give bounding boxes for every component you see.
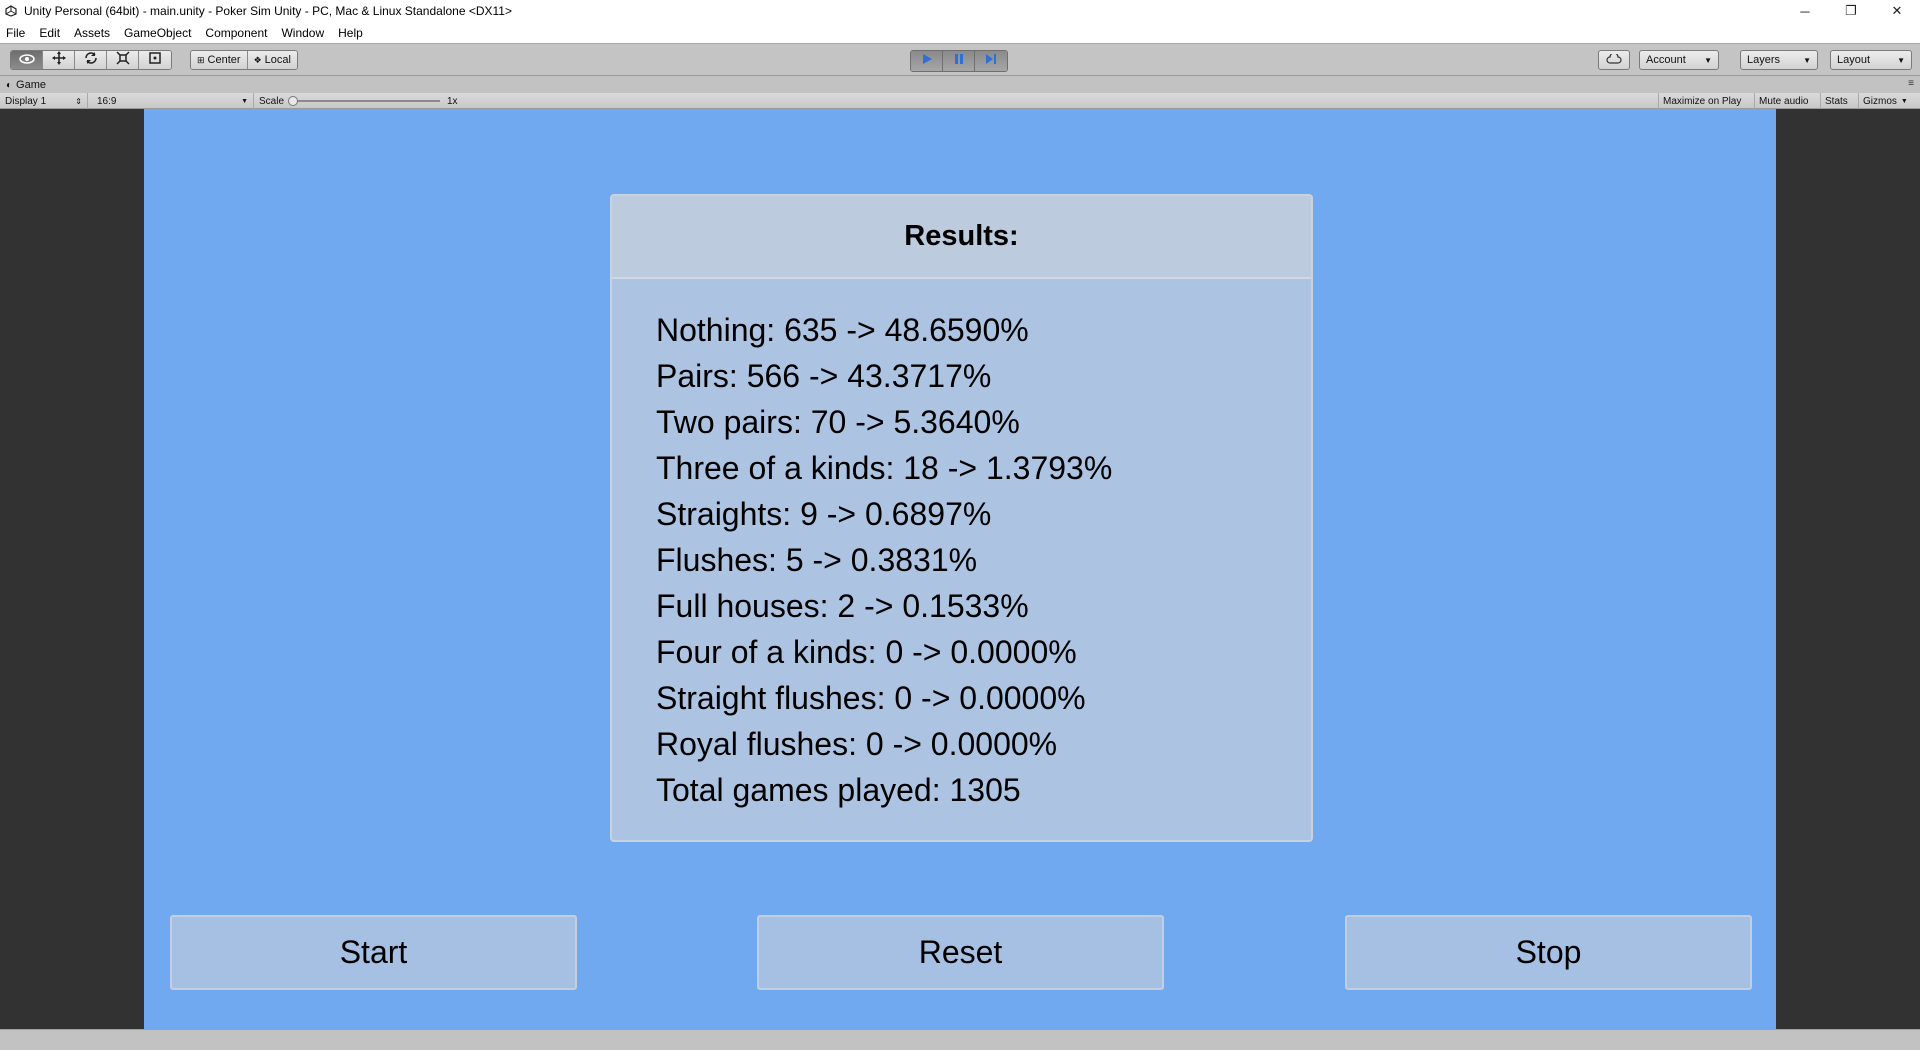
- rect-icon: [148, 51, 162, 69]
- result-pairs: Pairs: 566 -> 43.3717%: [656, 358, 992, 394]
- menu-file[interactable]: File: [6, 26, 25, 40]
- view-tool-button[interactable]: [11, 51, 43, 69]
- menu-bar: File Edit Assets GameObject Component Wi…: [0, 22, 1920, 43]
- step-button[interactable]: [975, 51, 1007, 71]
- start-button[interactable]: Start: [170, 915, 577, 990]
- layers-label: Layers: [1747, 54, 1781, 66]
- pause-icon: [953, 52, 965, 70]
- results-panel: Results: Nothing: 635 -> 48.6590% Pairs:…: [610, 194, 1313, 842]
- menu-gameobject[interactable]: GameObject: [124, 26, 191, 40]
- result-flushes: Flushes: 5 -> 0.3831%: [656, 542, 978, 578]
- game-view: Results: Nothing: 635 -> 48.6590% Pairs:…: [0, 109, 1920, 1029]
- account-dropdown[interactable]: Account ▼: [1639, 50, 1719, 70]
- result-three-of-a-kind: Three of a kinds: 18 -> 1.3793%: [656, 450, 1113, 486]
- caret-down-icon: ▼: [1704, 55, 1712, 65]
- maximize-on-play-toggle[interactable]: Maximize on Play: [1658, 93, 1745, 109]
- window-title: Unity Personal (64bit) - main.unity - Po…: [24, 4, 512, 18]
- result-royal-flushes: Royal flushes: 0 -> 0.0000%: [656, 726, 1058, 762]
- editor-toolbar: ⊞ Center ❖ Local Account ▼ Layers ▼ Layo…: [0, 43, 1920, 76]
- menu-edit[interactable]: Edit: [39, 26, 60, 40]
- step-icon: [985, 52, 997, 70]
- restore-button[interactable]: ❐: [1828, 0, 1874, 22]
- status-bar: [0, 1029, 1920, 1050]
- tab-strip: ◐ Game ≡: [0, 76, 1920, 93]
- menu-help[interactable]: Help: [338, 26, 363, 40]
- eye-icon: [18, 51, 35, 69]
- result-four-of-a-kind: Four of a kinds: 0 -> 0.0000%: [656, 634, 1077, 670]
- result-nothing: Nothing: 635 -> 48.6590%: [656, 312, 1029, 348]
- scale-label: Scale: [259, 95, 285, 107]
- caret-down-icon: ▼: [1803, 55, 1811, 65]
- layout-label: Layout: [1837, 54, 1871, 66]
- scale-icon: [115, 51, 130, 69]
- display-dropdown[interactable]: Display 1 ⇕: [0, 93, 88, 109]
- stats-toggle[interactable]: Stats: [1820, 93, 1852, 109]
- scale-slider-track[interactable]: [292, 100, 440, 102]
- rect-tool-button[interactable]: [139, 51, 171, 69]
- reset-button[interactable]: Reset: [757, 915, 1164, 990]
- result-two-pairs: Two pairs: 70 -> 5.3640%: [656, 404, 1020, 440]
- scale-slider-thumb[interactable]: [288, 96, 298, 106]
- game-controller-icon: ◐: [6, 79, 13, 91]
- result-full-houses: Full houses: 2 -> 0.1533%: [656, 588, 1029, 624]
- playback-controls: [910, 50, 1008, 72]
- pause-button[interactable]: [943, 51, 975, 71]
- play-button[interactable]: [911, 51, 943, 71]
- pivot-toggles: ⊞ Center ❖ Local: [190, 50, 298, 70]
- window-titlebar: Unity Personal (64bit) - main.unity - Po…: [0, 0, 1920, 22]
- scale-tool-button[interactable]: [107, 51, 139, 69]
- updown-icon: ⇕: [75, 96, 82, 106]
- menu-assets[interactable]: Assets: [74, 26, 110, 40]
- mute-audio-toggle[interactable]: Mute audio: [1754, 93, 1812, 109]
- layers-dropdown[interactable]: Layers ▼: [1740, 50, 1818, 70]
- pivot-center-button[interactable]: ⊞ Center: [191, 51, 248, 69]
- collab-button[interactable]: [1598, 50, 1630, 70]
- gizmos-label: Gizmos: [1863, 95, 1897, 107]
- move-tool-button[interactable]: [43, 51, 75, 69]
- result-total-games: Total games played: 1305: [656, 772, 1021, 808]
- pivot-local-label: Local: [264, 54, 291, 66]
- unity-logo-icon: [4, 4, 18, 18]
- tab-menu-icon[interactable]: ≡: [1908, 78, 1914, 89]
- transform-tools: [10, 50, 172, 70]
- aspect-label: 16:9: [97, 95, 117, 107]
- caret-down-icon: ▼: [1897, 55, 1905, 65]
- tab-game[interactable]: ◐ Game: [6, 77, 46, 93]
- pivot-center-label: Center: [207, 54, 241, 66]
- cloud-icon: [1606, 51, 1622, 67]
- layout-dropdown[interactable]: Layout ▼: [1830, 50, 1912, 70]
- menu-window[interactable]: Window: [281, 26, 324, 40]
- result-straight-flushes: Straight flushes: 0 -> 0.0000%: [656, 680, 1086, 716]
- menu-component[interactable]: Component: [205, 26, 267, 40]
- scale-value: 1x: [447, 95, 458, 107]
- display-label: Display 1: [5, 95, 47, 107]
- gizmos-dropdown[interactable]: Gizmos ▼: [1858, 93, 1912, 109]
- aspect-dropdown[interactable]: 16:9 ▼: [92, 93, 254, 109]
- caret-down-icon: ▼: [241, 97, 248, 105]
- rotate-tool-button[interactable]: [75, 51, 107, 69]
- result-straights: Straights: 9 -> 0.6897%: [656, 496, 992, 532]
- game-view-toolbar: Display 1 ⇕ 16:9 ▼ Scale 1x Maximize on …: [0, 93, 1920, 109]
- stop-button[interactable]: Stop: [1345, 915, 1752, 990]
- tab-game-label: Game: [16, 79, 47, 91]
- caret-down-icon: ▼: [1900, 97, 1908, 105]
- minimize-button[interactable]: ─: [1782, 0, 1828, 22]
- local-icon: ❖: [253, 54, 262, 65]
- pivot-local-button[interactable]: ❖ Local: [247, 51, 297, 69]
- move-icon: [51, 51, 66, 69]
- results-list: Nothing: 635 -> 48.6590% Pairs: 566 -> 4…: [612, 279, 1311, 813]
- center-icon: ⊞: [197, 54, 205, 65]
- play-icon: [921, 52, 933, 70]
- account-label: Account: [1646, 54, 1686, 66]
- results-title: Results:: [612, 196, 1311, 279]
- close-button[interactable]: ✕: [1874, 0, 1920, 22]
- game-canvas: Results: Nothing: 635 -> 48.6590% Pairs:…: [144, 109, 1776, 1029]
- rotate-icon: [84, 51, 98, 69]
